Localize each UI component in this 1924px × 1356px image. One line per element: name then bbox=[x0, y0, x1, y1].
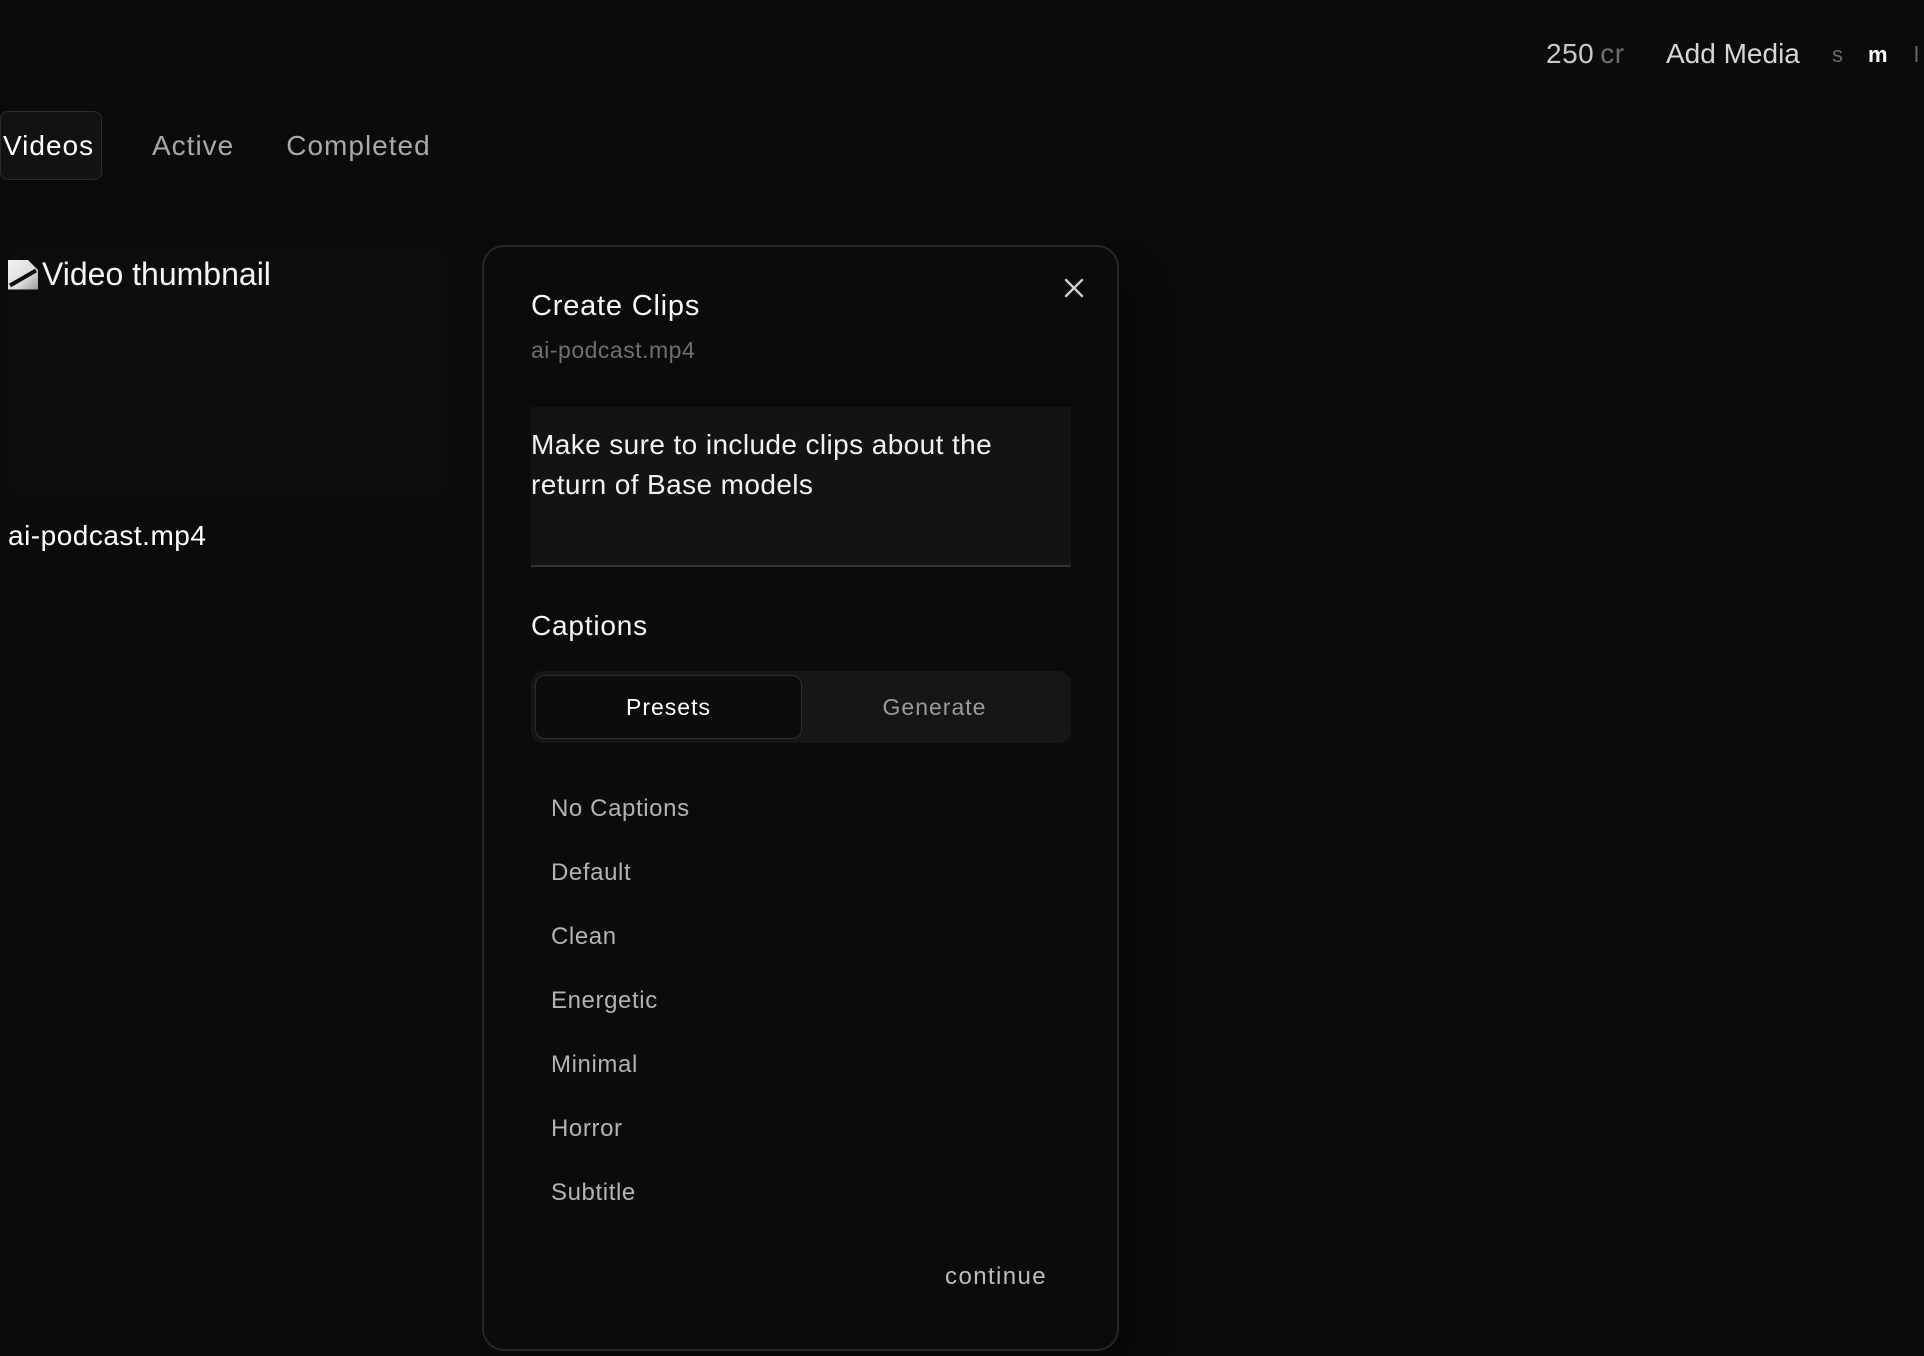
caption-preset-horror[interactable]: Horror bbox=[531, 1097, 1071, 1161]
credits-unit: cr bbox=[1600, 38, 1625, 69]
tab-active[interactable]: Active bbox=[152, 111, 234, 180]
video-thumbnail[interactable]: Video thumbnail bbox=[8, 250, 448, 293]
caption-preset-energetic[interactable]: Energetic bbox=[531, 969, 1071, 1033]
broken-image-icon bbox=[8, 258, 42, 292]
modal-title: Create Clips bbox=[531, 290, 701, 322]
tab-completed[interactable]: Completed bbox=[286, 111, 430, 180]
thumbnail-alt-text: Video thumbnail bbox=[42, 256, 271, 292]
caption-preset-subtitle[interactable]: Subtitle bbox=[531, 1161, 1071, 1225]
add-media-button[interactable]: Add Media bbox=[1666, 38, 1800, 70]
clip-prompt-input[interactable]: Make sure to include clips about the ret… bbox=[531, 407, 1071, 567]
caption-preset-clean[interactable]: Clean bbox=[531, 905, 1071, 969]
create-clips-modal: Create Clips ai-podcast.mp4 Make sure to… bbox=[482, 245, 1119, 1351]
caption-mode-presets[interactable]: Presets bbox=[535, 675, 802, 739]
caption-preset-list: No Captions Default Clean Energetic Mini… bbox=[531, 777, 1071, 1225]
caption-preset-no-captions[interactable]: No Captions bbox=[531, 777, 1071, 841]
captions-label: Captions bbox=[531, 610, 648, 641]
size-option-m[interactable]: m bbox=[1868, 42, 1888, 68]
size-option-l[interactable]: l bbox=[1914, 42, 1919, 68]
tab-videos[interactable]: Videos bbox=[0, 111, 102, 180]
video-title[interactable]: ai-podcast.mp4 bbox=[8, 520, 206, 552]
caption-mode-generate[interactable]: Generate bbox=[802, 675, 1067, 739]
close-icon bbox=[1064, 278, 1084, 298]
filter-tabs: Videos Active Completed bbox=[0, 111, 431, 180]
size-option-s[interactable]: s bbox=[1832, 42, 1843, 68]
caption-preset-default[interactable]: Default bbox=[531, 841, 1071, 905]
close-button[interactable] bbox=[1055, 269, 1093, 307]
top-bar: 250 cr Add Media s m l bbox=[0, 34, 1924, 78]
caption-preset-minimal[interactable]: Minimal bbox=[531, 1033, 1071, 1097]
modal-subtitle: ai-podcast.mp4 bbox=[531, 337, 696, 363]
credits-value: 250 bbox=[1546, 38, 1595, 69]
credits-balance: 250 cr bbox=[1546, 38, 1625, 70]
video-card[interactable]: Video thumbnail bbox=[8, 250, 448, 498]
caption-mode-toggle: Presets Generate bbox=[531, 671, 1071, 743]
continue-button[interactable]: continue bbox=[945, 1263, 1047, 1291]
